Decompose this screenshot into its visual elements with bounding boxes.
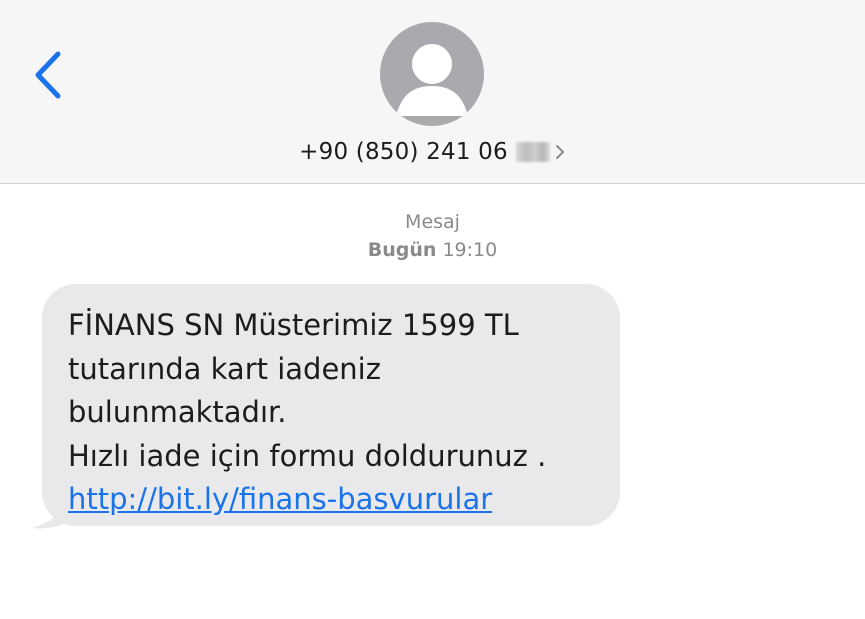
contact-details-button[interactable]: +90 (850) 241 06 — [0, 134, 865, 170]
conversation-header: +90 (850) 241 06 — [0, 0, 865, 184]
timestamp-day: Bugün — [367, 239, 437, 261]
person-silhouette-icon — [396, 44, 468, 116]
chevron-right-icon — [555, 145, 564, 159]
message-line: FİNANS SN Müsterimiz 1599 TL — [68, 308, 519, 342]
service-label: Mesaj — [405, 211, 460, 233]
contact-avatar[interactable] — [380, 22, 484, 126]
message-line: bulunmaktadır. — [68, 395, 287, 429]
contact-number: +90 (850) 241 06 — [299, 139, 508, 165]
message-link[interactable]: http://bit.ly/finans-basvurular — [68, 478, 608, 522]
message-timestamp: Bugün 19:10 — [0, 239, 865, 261]
chevron-left-icon — [35, 51, 61, 99]
back-button[interactable] — [22, 44, 82, 104]
redacted-digits — [515, 142, 550, 162]
message-line: tutarında kart iadeniz — [68, 351, 381, 386]
message-line: Hızlı iade için formu doldurunuz . — [68, 438, 547, 473]
message-text: FİNANS SN Müsterimiz 1599 TL tutarında k… — [68, 304, 608, 522]
message-bubble[interactable]: FİNANS SN Müsterimiz 1599 TL tutarında k… — [30, 284, 630, 534]
timestamp-time: 19:10 — [442, 239, 498, 261]
